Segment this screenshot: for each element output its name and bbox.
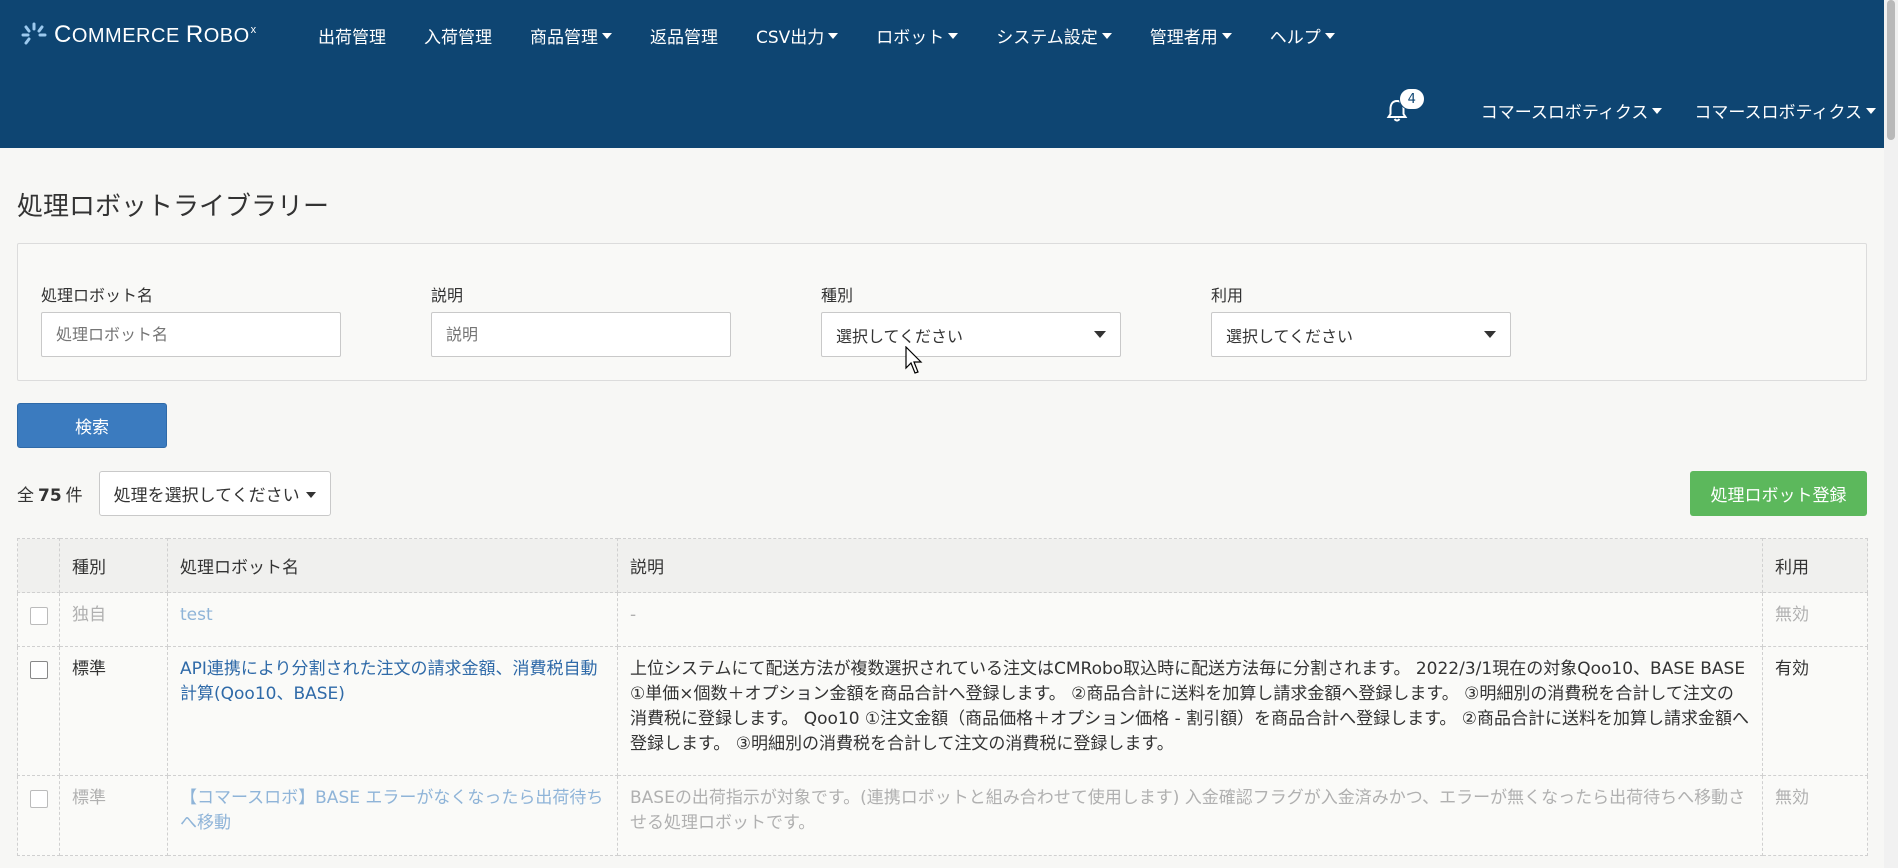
nav-returns[interactable]: 返品管理 [650,23,718,48]
row-name-link[interactable]: test [167,592,618,647]
type-filter-value: 選択してください [836,326,964,346]
desc-filter-label: 説明 [431,286,464,305]
row-description: 上位システムにて配送方法が複数選択されている注文はCMRobo取込時に配送方法毎… [617,646,1763,776]
row-checkbox[interactable] [30,661,48,679]
row-description: BASEの出荷指示が対象です。(連携ロボットと組み合わせて使用します) 入金確認… [617,775,1763,856]
mouse-cursor-icon [905,346,923,374]
table-row: 独自 test - 無効 [17,592,1868,647]
chevron-down-icon [1866,108,1876,114]
name-filter-label: 処理ロボット名 [41,286,154,305]
row-type: 標準 [59,775,168,856]
page-title: 処理ロボットライブラリー [17,192,330,222]
nav-shipping[interactable]: 出荷管理 [318,23,386,48]
register-robot-button[interactable]: 処理ロボット登録 [1690,471,1867,516]
chevron-down-icon [948,33,959,39]
use-filter-value: 選択してください [1226,326,1354,346]
nav-csv-export[interactable]: CSV出力 [756,23,839,48]
row-checkbox[interactable] [30,790,48,808]
use-filter: 利用 選択してください [1211,282,1511,357]
search-button[interactable]: 検索 [17,403,167,448]
name-filter: 処理ロボット名 [41,282,341,357]
bulk-action-select[interactable]: 処理を選択してください [98,471,331,516]
notification-count-badge: 4 [1398,88,1425,110]
row-use-status: 有効 [1762,646,1868,776]
row-checkbox[interactable] [30,607,48,625]
caret-down-icon [1094,331,1106,338]
row-description: - [617,592,1763,647]
company-menu[interactable]: コマースロボティクス [1481,98,1663,123]
search-panel: 処理ロボット名 説明 種別 選択してください 利用 選択してください [17,243,1867,381]
row-name-link[interactable]: 【コマースロボ】BASE エラーがなくなったら出荷待ちへ移動 [167,775,618,856]
column-header-name[interactable]: 処理ロボット名 [167,538,618,593]
column-header-use[interactable]: 利用 [1762,538,1868,593]
user-menu[interactable]: コマースロボティクス [1694,98,1876,123]
desc-filter-input[interactable] [431,312,731,357]
nav-admin[interactable]: 管理者用 [1150,23,1232,48]
header-right: 4 コマースロボティクス コマースロボティクス [1383,88,1876,130]
type-filter-label: 種別 [821,286,854,305]
select-all-header [17,538,60,593]
use-filter-select[interactable]: 選択してください [1211,312,1511,357]
nav-robot[interactable]: ロボット [876,23,959,48]
chevron-down-icon [1221,33,1232,39]
column-header-type[interactable]: 種別 [59,538,168,593]
chevron-down-icon [1652,108,1663,114]
nav-products[interactable]: 商品管理 [530,23,612,48]
nav-system-settings[interactable]: システム設定 [996,23,1112,48]
robot-table: 種別 処理ロボット名 説明 利用 独自 test - 無効 標準 API連携によ… [17,538,1868,856]
name-filter-input[interactable] [41,312,341,357]
chevron-down-icon [305,491,316,498]
table-row: 標準 API連携により分割された注文の請求金額、消費税自動計算(Qoo10、BA… [17,646,1868,776]
chevron-down-icon [1324,33,1335,39]
column-header-description[interactable]: 説明 [617,538,1763,593]
result-count: 全 75 件 [17,486,83,506]
chevron-down-icon [1101,33,1112,39]
nav-receiving[interactable]: 入荷管理 [424,23,492,48]
caret-down-icon [1484,331,1496,338]
vertical-scrollbar[interactable] [1884,0,1898,868]
type-filter: 種別 選択してください [821,282,1121,357]
desc-filter: 説明 [431,282,731,357]
table-row: 標準 【コマースロボ】BASE エラーがなくなったら出荷待ちへ移動 BASEの出… [17,775,1868,856]
logo-text: COMMERCE ROBOx [54,21,257,48]
nav-help[interactable]: ヘルプ [1270,23,1335,48]
row-use-status: 無効 [1762,592,1868,647]
logo-mark-icon [21,22,47,45]
top-header: COMMERCE ROBOx 出荷管理 入荷管理 商品管理 返品管理 CSV出力… [0,0,1898,148]
chevron-down-icon [828,33,839,39]
type-filter-select[interactable]: 選択してください [821,312,1121,357]
use-filter-label: 利用 [1211,286,1244,305]
row-use-status: 無効 [1762,775,1868,856]
scrollbar-thumb[interactable] [1887,0,1895,140]
main-nav: 出荷管理 入荷管理 商品管理 返品管理 CSV出力 ロボット システム設定 管理… [318,20,1373,50]
row-type: 標準 [59,646,168,776]
table-header-row: 種別 処理ロボット名 説明 利用 [17,538,1868,593]
row-name-link[interactable]: API連携により分割された注文の請求金額、消費税自動計算(Qoo10、BASE) [167,646,618,776]
notifications-button[interactable]: 4 [1383,88,1425,124]
logo[interactable]: COMMERCE ROBOx [20,20,257,50]
result-count-row: 全 75 件 処理を選択してください [17,471,331,516]
chevron-down-icon [602,33,612,39]
row-type: 独自 [59,592,168,647]
